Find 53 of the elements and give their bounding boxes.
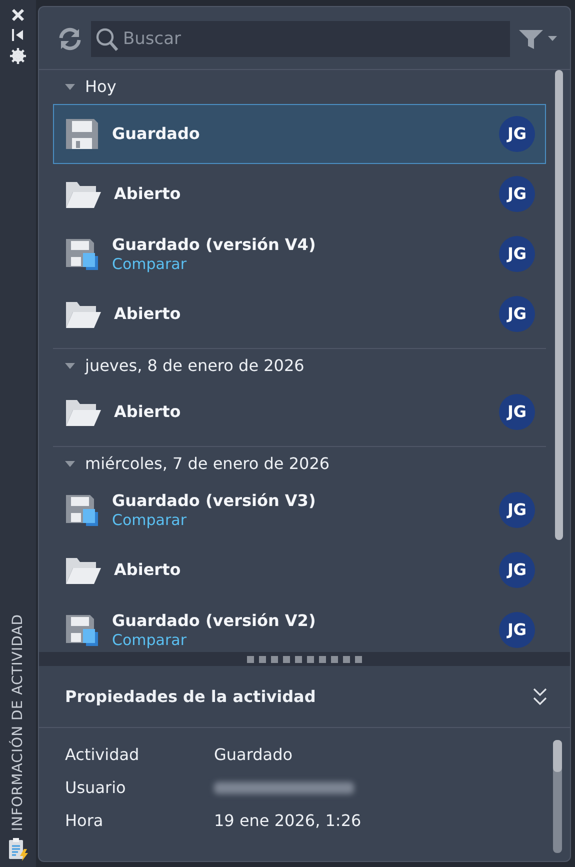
activity-title: Abierto: [114, 184, 182, 204]
user-avatar: JG: [499, 116, 535, 152]
compare-link[interactable]: Comparar: [112, 630, 487, 649]
user-avatar: JG: [499, 552, 535, 588]
compare-link[interactable]: Comparar: [112, 510, 487, 529]
group-header: Hoy: [85, 76, 116, 98]
close-icon[interactable]: [11, 8, 25, 22]
search-field[interactable]: Buscar: [91, 21, 510, 57]
double-chevron-icon[interactable]: [532, 686, 548, 706]
section-title: Propiedades de la actividad: [65, 686, 317, 708]
compare-link[interactable]: Comparar: [112, 254, 487, 273]
activity-title: Guardado (versión V2): [112, 611, 317, 631]
floppy-disk-copies-icon: [64, 613, 100, 647]
property-label: Hora: [65, 810, 104, 832]
property-value: Guardado: [214, 744, 293, 766]
activity-row[interactable]: Guardado (versión V3) Comparar JG: [53, 480, 546, 540]
splitter-handle[interactable]: [39, 652, 570, 666]
floppy-disk-copies-icon: [64, 237, 100, 271]
activity-title: Guardado: [112, 124, 201, 144]
activity-row[interactable]: Abierto JG: [53, 164, 546, 224]
property-label: Actividad: [65, 744, 140, 766]
user-avatar: JG: [499, 612, 535, 648]
panel-title: INFORMACIÓN DE ACTIVIDAD: [8, 614, 26, 831]
user-avatar: JG: [499, 492, 535, 528]
activity-row[interactable]: Guardado (versión V2) Comparar JG: [53, 600, 546, 652]
user-avatar: JG: [499, 296, 535, 332]
property-value: 19 ene 2026, 1:26: [214, 810, 362, 832]
filter-icon[interactable]: [518, 28, 558, 50]
activity-title: Abierto: [114, 560, 182, 580]
scrollbar[interactable]: [553, 740, 562, 853]
collapse-caret-icon[interactable]: [65, 460, 75, 468]
settings-icon[interactable]: [10, 48, 26, 64]
activity-title: Guardado (versión V3): [112, 491, 317, 511]
collapse-icon[interactable]: [11, 28, 25, 42]
activity-row[interactable]: Abierto JG: [53, 382, 546, 442]
activity-row[interactable]: Abierto JG: [53, 540, 546, 600]
activity-title: Abierto: [114, 402, 182, 422]
group-header: miércoles, 7 de enero de 2026: [85, 452, 330, 474]
activity-row[interactable]: Guardado JG: [53, 104, 546, 164]
user-avatar: JG: [499, 176, 535, 212]
collapse-caret-icon[interactable]: [65, 83, 75, 91]
activity-row[interactable]: Guardado (versión V4) Comparar JG: [53, 224, 546, 284]
activity-title: Abierto: [114, 304, 182, 324]
group-header: jueves, 8 de enero de 2026: [85, 354, 304, 376]
clipboard-icon[interactable]: [7, 837, 29, 861]
property-label: Usuario: [65, 776, 127, 798]
refresh-icon[interactable]: [57, 27, 83, 51]
collapse-caret-icon[interactable]: [65, 362, 75, 370]
activity-title: Guardado (versión V4): [112, 235, 317, 255]
user-avatar: JG: [499, 394, 535, 430]
floppy-disk-copies-icon: [64, 493, 100, 527]
activity-row[interactable]: Abierto JG: [53, 284, 546, 344]
user-avatar: JG: [499, 236, 535, 272]
